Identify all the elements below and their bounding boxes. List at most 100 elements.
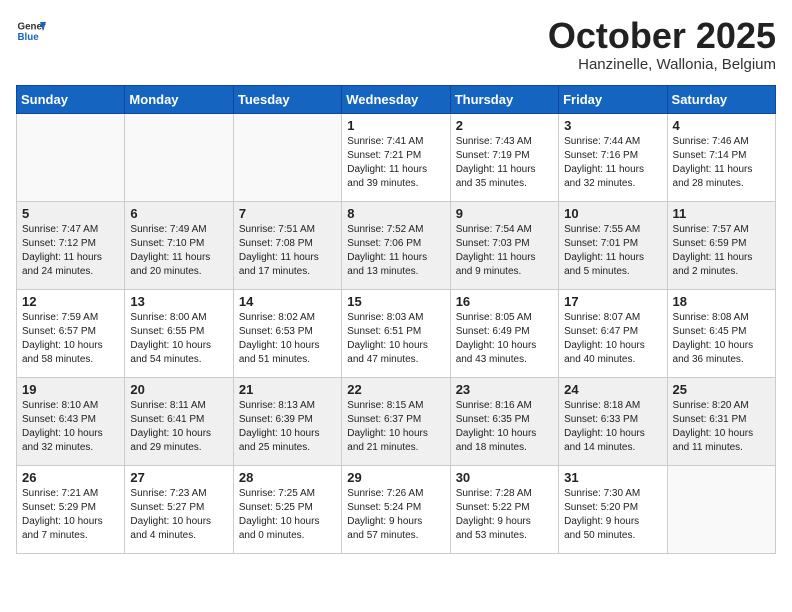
day-number: 1 [347, 118, 444, 133]
calendar-cell: 21Sunrise: 8:13 AM Sunset: 6:39 PM Dayli… [233, 377, 341, 465]
cell-content: Sunrise: 8:07 AM Sunset: 6:47 PM Dayligh… [564, 311, 661, 367]
day-number: 13 [130, 294, 227, 309]
calendar-cell: 10Sunrise: 7:55 AM Sunset: 7:01 PM Dayli… [559, 201, 667, 289]
day-number: 27 [130, 470, 227, 485]
calendar-cell: 18 Sunrise: 8:08 AM Sunset: 6:45 PM Dayli… [667, 289, 775, 377]
cell-content: Sunrise: 7:43 AM Sunset: 7:19 PM Dayligh… [456, 135, 553, 191]
header-day-saturday: Saturday [667, 85, 775, 113]
calendar-cell: 12 Sunrise: 7:59 AM Sunset: 6:57 PM Dayli… [17, 289, 125, 377]
logo-icon: General Blue [16, 16, 46, 46]
day-number: 8 [347, 206, 444, 221]
day-number: 11 [673, 206, 770, 221]
logo: General Blue [16, 16, 46, 46]
day-number: 22 [347, 382, 444, 397]
location-title: Hanzinelle, Wallonia, Belgium [548, 56, 776, 73]
calendar-cell: 2 Sunrise: 7:43 AM Sunset: 7:19 PM Daylig… [450, 113, 558, 201]
calendar-cell: 17 Sunrise: 8:07 AM Sunset: 6:47 PM Dayli… [559, 289, 667, 377]
day-number: 18 [673, 294, 770, 309]
cell-content: Sunrise: 7:57 AM Sunset: 6:59 PM Dayligh… [673, 223, 770, 279]
cell-content: Sunrise: 7:52 AM Sunset: 7:06 PM Dayligh… [347, 223, 444, 279]
cell-content: Sunrise: 8:16 AM Sunset: 6:35 PM Dayligh… [456, 399, 553, 455]
calendar-cell: 1Sunrise: 7:41 AM Sunset: 7:21 PM Daylig… [342, 113, 450, 201]
cell-content: Sunrise: 8:02 AM Sunset: 6:53 PM Dayligh… [239, 311, 336, 367]
calendar-cell: 20 Sunrise: 8:11 AM Sunset: 6:41 PM Dayli… [125, 377, 233, 465]
cell-content: Sunrise: 7:47 AM Sunset: 7:12 PM Dayligh… [22, 223, 119, 279]
day-number: 14 [239, 294, 336, 309]
calendar-cell: 27 Sunrise: 7:23 AM Sunset: 5:27 PM Dayli… [125, 465, 233, 553]
calendar-cell: 8 Sunrise: 7:52 AM Sunset: 7:06 PM Daylig… [342, 201, 450, 289]
cell-content: Sunrise: 7:26 AM Sunset: 5:24 PM Dayligh… [347, 487, 444, 543]
calendar-cell: 29 Sunrise: 7:26 AM Sunset: 5:24 PM Dayli… [342, 465, 450, 553]
day-number: 16 [456, 294, 553, 309]
calendar-cell: 30 Sunrise: 7:28 AM Sunset: 5:22 PM Dayli… [450, 465, 558, 553]
calendar-cell [233, 113, 341, 201]
calendar-week-1: 1Sunrise: 7:41 AM Sunset: 7:21 PM Daylig… [17, 113, 776, 201]
day-number: 17 [564, 294, 661, 309]
calendar-week-3: 12 Sunrise: 7:59 AM Sunset: 6:57 PM Dayli… [17, 289, 776, 377]
cell-content: Sunrise: 7:44 AM Sunset: 7:16 PM Dayligh… [564, 135, 661, 191]
cell-content: Sunrise: 8:11 AM Sunset: 6:41 PM Dayligh… [130, 399, 227, 455]
day-number: 6 [130, 206, 227, 221]
cell-content: Sunrise: 8:10 AM Sunset: 6:43 PM Dayligh… [22, 399, 119, 455]
cell-content: Sunrise: 7:21 AM Sunset: 5:29 PM Dayligh… [22, 487, 119, 543]
cell-content: Sunrise: 8:08 AM Sunset: 6:45 PM Dayligh… [673, 311, 770, 367]
header-day-monday: Monday [125, 85, 233, 113]
cell-content: Sunrise: 8:00 AM Sunset: 6:55 PM Dayligh… [130, 311, 227, 367]
calendar-cell: 13 Sunrise: 8:00 AM Sunset: 6:55 PM Dayli… [125, 289, 233, 377]
day-number: 30 [456, 470, 553, 485]
header-day-thursday: Thursday [450, 85, 558, 113]
day-number: 4 [673, 118, 770, 133]
calendar-table: SundayMondayTuesdayWednesdayThursdayFrid… [16, 85, 776, 554]
day-number: 31 [564, 470, 661, 485]
cell-content: Sunrise: 8:05 AM Sunset: 6:49 PM Dayligh… [456, 311, 553, 367]
calendar-week-5: 26Sunrise: 7:21 AM Sunset: 5:29 PM Dayli… [17, 465, 776, 553]
calendar-cell: 5 Sunrise: 7:47 AM Sunset: 7:12 PM Daylig… [17, 201, 125, 289]
day-number: 12 [22, 294, 119, 309]
cell-content: Sunrise: 7:59 AM Sunset: 6:57 PM Dayligh… [22, 311, 119, 367]
calendar-cell: 3 Sunrise: 7:44 AM Sunset: 7:16 PM Daylig… [559, 113, 667, 201]
calendar-week-2: 5 Sunrise: 7:47 AM Sunset: 7:12 PM Daylig… [17, 201, 776, 289]
day-number: 29 [347, 470, 444, 485]
day-number: 9 [456, 206, 553, 221]
day-number: 21 [239, 382, 336, 397]
cell-content: Sunrise: 7:49 AM Sunset: 7:10 PM Dayligh… [130, 223, 227, 279]
cell-content: Sunrise: 8:03 AM Sunset: 6:51 PM Dayligh… [347, 311, 444, 367]
header-row: SundayMondayTuesdayWednesdayThursdayFrid… [17, 85, 776, 113]
calendar-cell: 28 Sunrise: 7:25 AM Sunset: 5:25 PM Dayli… [233, 465, 341, 553]
calendar-cell: 9 Sunrise: 7:54 AM Sunset: 7:03 PM Daylig… [450, 201, 558, 289]
day-number: 20 [130, 382, 227, 397]
calendar-cell [667, 465, 775, 553]
calendar-header: SundayMondayTuesdayWednesdayThursdayFrid… [17, 85, 776, 113]
day-number: 28 [239, 470, 336, 485]
title-area: October 2025 Hanzinelle, Wallonia, Belgi… [548, 16, 776, 73]
cell-content: Sunrise: 7:23 AM Sunset: 5:27 PM Dayligh… [130, 487, 227, 543]
calendar-cell: 11 Sunrise: 7:57 AM Sunset: 6:59 PM Dayli… [667, 201, 775, 289]
svg-text:Blue: Blue [18, 32, 40, 43]
header: General Blue October 2025 Hanzinelle, Wa… [16, 16, 776, 73]
day-number: 3 [564, 118, 661, 133]
day-number: 5 [22, 206, 119, 221]
cell-content: Sunrise: 7:54 AM Sunset: 7:03 PM Dayligh… [456, 223, 553, 279]
header-day-sunday: Sunday [17, 85, 125, 113]
header-day-friday: Friday [559, 85, 667, 113]
calendar-cell [17, 113, 125, 201]
calendar-cell: 31Sunrise: 7:30 AM Sunset: 5:20 PM Dayli… [559, 465, 667, 553]
cell-content: Sunrise: 7:25 AM Sunset: 5:25 PM Dayligh… [239, 487, 336, 543]
day-number: 23 [456, 382, 553, 397]
cell-content: Sunrise: 7:28 AM Sunset: 5:22 PM Dayligh… [456, 487, 553, 543]
day-number: 15 [347, 294, 444, 309]
calendar-cell: 23 Sunrise: 8:16 AM Sunset: 6:35 PM Dayli… [450, 377, 558, 465]
cell-content: Sunrise: 8:18 AM Sunset: 6:33 PM Dayligh… [564, 399, 661, 455]
calendar-cell: 6 Sunrise: 7:49 AM Sunset: 7:10 PM Daylig… [125, 201, 233, 289]
cell-content: Sunrise: 7:46 AM Sunset: 7:14 PM Dayligh… [673, 135, 770, 191]
cell-content: Sunrise: 8:15 AM Sunset: 6:37 PM Dayligh… [347, 399, 444, 455]
calendar-cell [125, 113, 233, 201]
calendar-cell: 22 Sunrise: 8:15 AM Sunset: 6:37 PM Dayli… [342, 377, 450, 465]
day-number: 24 [564, 382, 661, 397]
calendar-cell: 25Sunrise: 8:20 AM Sunset: 6:31 PM Dayli… [667, 377, 775, 465]
calendar-cell: 26Sunrise: 7:21 AM Sunset: 5:29 PM Dayli… [17, 465, 125, 553]
day-number: 2 [456, 118, 553, 133]
header-day-tuesday: Tuesday [233, 85, 341, 113]
calendar-cell: 24 Sunrise: 8:18 AM Sunset: 6:33 PM Dayli… [559, 377, 667, 465]
month-title: October 2025 [548, 16, 776, 56]
